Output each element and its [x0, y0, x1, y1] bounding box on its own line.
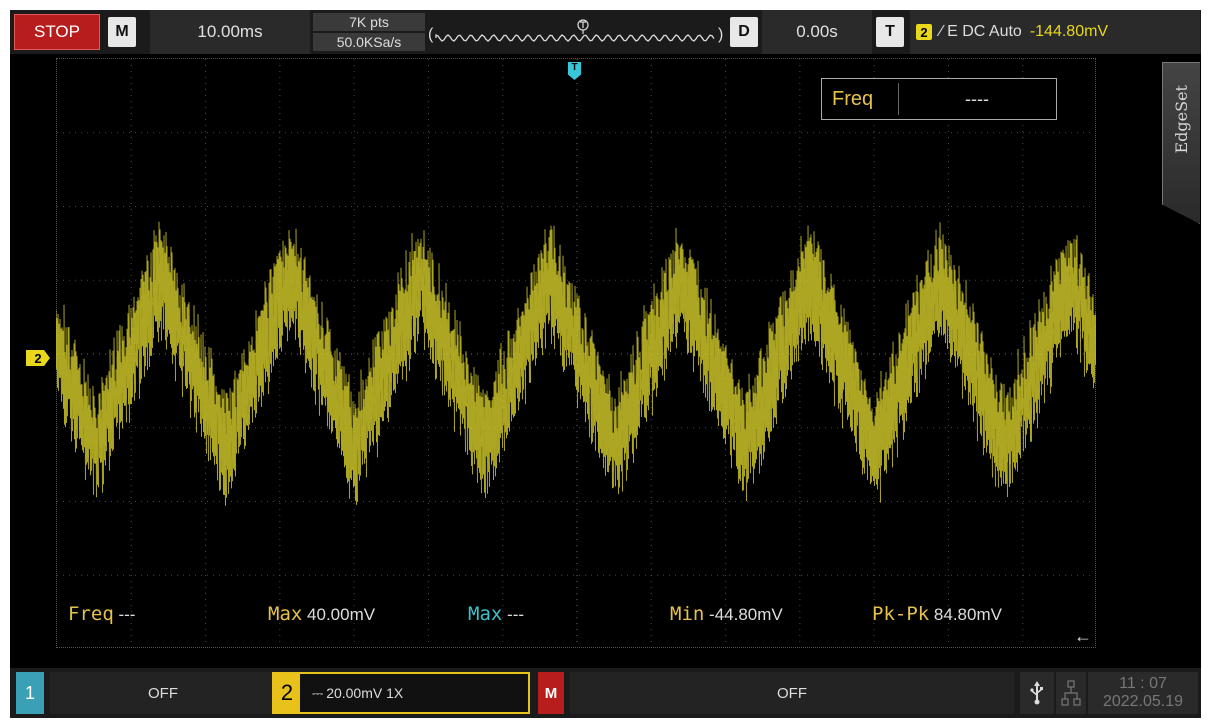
trigger-readout[interactable]: 2 ∕ E DC Auto -144.80mV	[910, 10, 1200, 54]
measurement-value: ---	[113, 605, 136, 624]
measurement-pkpk: Pk-Pk 84.80mV	[872, 602, 1002, 626]
edgeset-menu-tab[interactable]: EdgeSet	[1162, 62, 1200, 224]
channel2-waveform	[56, 221, 1096, 506]
frequency-counter-box: Freq ----	[821, 78, 1057, 120]
usb-icon	[1020, 672, 1054, 714]
measurement-label: Freq	[68, 603, 114, 625]
dc-coupling-icon: ⎓	[312, 684, 324, 701]
measurement-value: 84.80mV	[929, 605, 1002, 624]
delay-key[interactable]: D	[730, 17, 758, 47]
channel2-offset-marker[interactable]: 2	[26, 350, 50, 366]
clock-date: 2022.05.19	[1102, 693, 1184, 710]
divider	[898, 83, 899, 115]
acquisition-info: 7K pts 50.0KSa/s	[313, 13, 425, 51]
svg-text:): )	[718, 26, 723, 43]
svg-text:(: (	[428, 26, 434, 43]
channel-bar: 1 OFF 2 ⎓ 20.00mV 1X M OFF 11: 07 2022.…	[10, 668, 1201, 718]
network-icon	[1056, 672, 1086, 714]
trigger-key[interactable]: T	[876, 17, 904, 47]
measurement-label: Pk-Pk	[872, 603, 930, 625]
measurement-freq: Freq ---	[68, 602, 135, 626]
waveform-trace	[56, 221, 1096, 506]
channel1-key[interactable]: 1	[16, 672, 44, 714]
clock-time: 11 : 07	[1119, 675, 1167, 692]
measurement-max-ch1: Max ---	[468, 602, 524, 626]
measurement-value: -44.80mV	[704, 605, 783, 624]
memory-position-strip[interactable]: ( )	[428, 14, 724, 50]
measurement-value: 40.00mV	[302, 605, 376, 624]
clock: 11 : 07 2022.05.19	[1088, 672, 1198, 714]
oscilloscope-screen: STOP M 10.00ms 7K pts 50.0KSa/s ( ) D 0.…	[10, 10, 1201, 718]
channel2-key: 2	[274, 674, 300, 712]
usb-icon-glyph	[1030, 681, 1043, 705]
measurement-max: Max 40.00mV	[268, 602, 375, 626]
frequency-counter-value: ----	[965, 89, 989, 109]
measurement-min: Min -44.80mV	[670, 602, 783, 626]
channel1-status[interactable]: OFF	[50, 672, 276, 714]
arrow-left-icon[interactable]: ←	[1074, 626, 1092, 647]
math-key[interactable]: M	[538, 672, 564, 714]
channel2-scale: 20.00mV 1X	[326, 685, 404, 701]
math-status[interactable]: OFF	[570, 672, 1014, 714]
trigger-position-icon	[577, 19, 589, 34]
mode-key[interactable]: M	[108, 17, 136, 47]
measurement-label: Max	[468, 603, 503, 625]
measurement-label: Max	[268, 603, 303, 625]
status-bar: STOP M 10.00ms 7K pts 50.0KSa/s ( ) D 0.…	[10, 10, 1201, 54]
network-icon-glyph	[1061, 680, 1081, 706]
frequency-counter-label: Freq	[832, 88, 874, 110]
run-stop-button[interactable]: STOP	[14, 14, 100, 50]
measurement-value: ---	[502, 605, 525, 624]
sample-rate: 50.0KSa/s	[313, 33, 425, 51]
channel2-settings[interactable]: 2 ⎓ 20.00mV 1X	[272, 672, 530, 714]
memory-depth: 7K pts	[313, 13, 425, 31]
trigger-level: -144.80mV	[1029, 23, 1109, 40]
timebase-readout[interactable]: 10.00ms	[150, 10, 310, 54]
edgeset-tab-label: EdgeSet	[1172, 85, 1191, 154]
trigger-channel-badge: 2	[916, 24, 932, 40]
trigger-settings: ∕ E DC Auto	[940, 23, 1022, 40]
delay-readout[interactable]: 0.00s	[762, 10, 872, 54]
measurement-label: Min	[670, 603, 705, 625]
